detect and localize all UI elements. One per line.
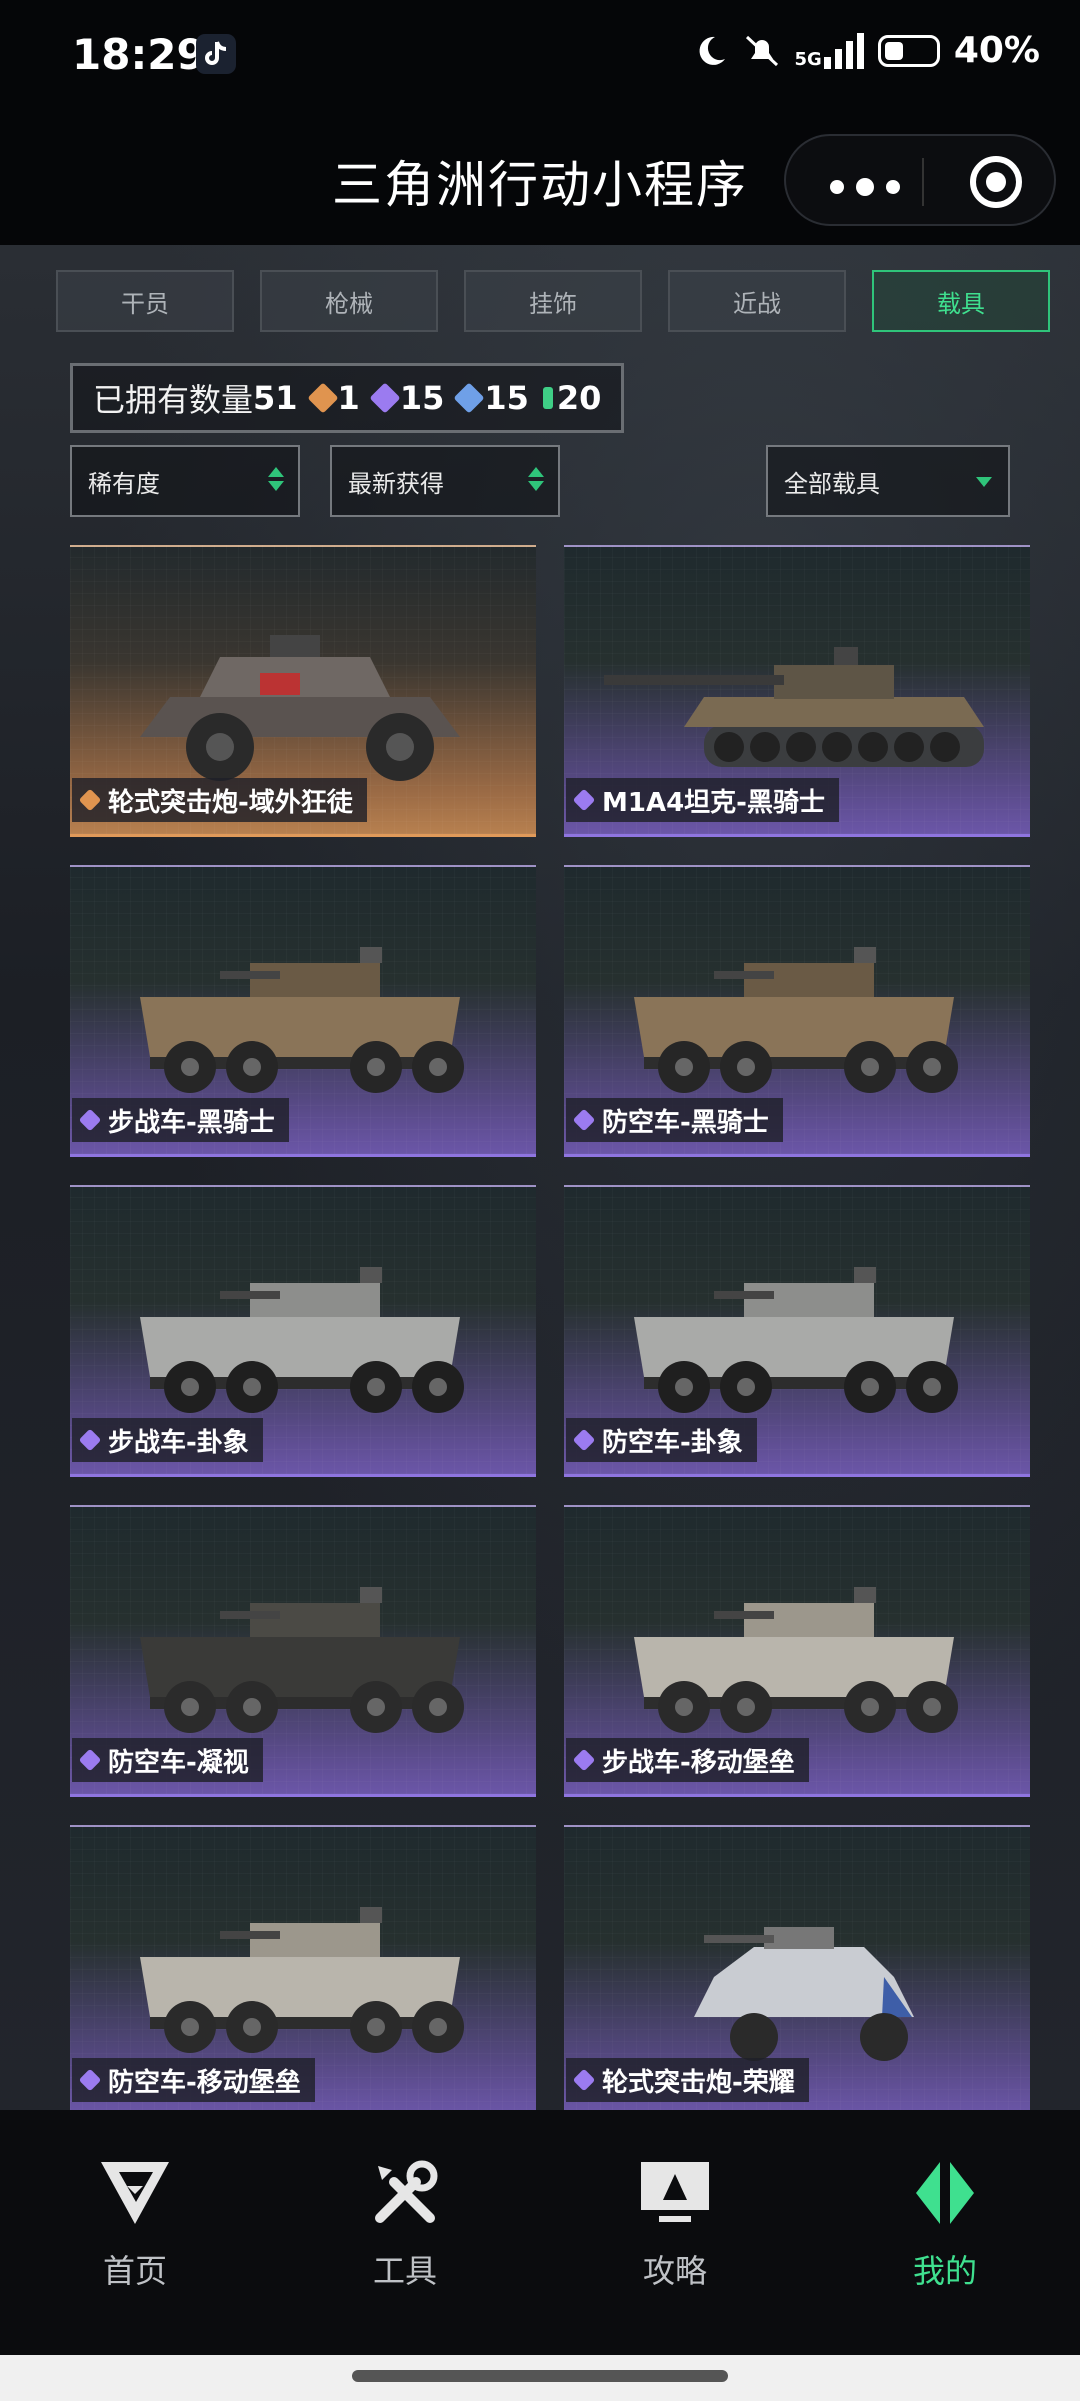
diamond-green-icon — [542, 387, 553, 409]
battery-percent: 40% — [953, 30, 1040, 71]
chevron-down-icon — [976, 477, 992, 487]
sort-filter-label: 最新获得 — [348, 469, 444, 498]
status-time: 18:29 — [72, 30, 206, 79]
network-indicator: 5G — [795, 32, 864, 69]
vehicle-name-tag: 防空车-黑骑士 — [566, 1098, 783, 1142]
vehicle-name: 步战车-黑骑士 — [108, 1107, 275, 1138]
vehicle-name-tag: 轮式突击炮-域外狂徒 — [72, 778, 367, 822]
vehicle-name-tag: 轮式突击炮-荣耀 — [566, 2058, 809, 2102]
content-area: 干员 枪械 挂饰 近战 载具 已拥有数量 51 1 15 15 20 稀有度 最… — [0, 245, 1080, 2110]
vehicle-name-tag: M1A4坦克-黑骑士 — [566, 778, 839, 822]
rarity-filter[interactable]: 稀有度 — [70, 445, 300, 517]
rarity-diamond-icon — [572, 1428, 596, 1452]
tiktok-notification-icon — [196, 34, 236, 74]
rarity-diamond-icon — [572, 2068, 596, 2092]
nav-tools[interactable]: 工具 — [320, 2158, 490, 2292]
vehicle-name: 防空车-凝视 — [108, 1747, 249, 1778]
vehicle-card[interactable]: M1A4坦克-黑骑士 — [564, 545, 1030, 837]
tab-charms[interactable]: 挂饰 — [464, 270, 642, 332]
vehicle-name-tag: 防空车-凝视 — [72, 1738, 263, 1782]
diamond-purple-icon — [369, 382, 401, 414]
profile-logo-icon — [916, 2162, 974, 2224]
vehicle-name-tag: 防空车-移动堡垒 — [72, 2058, 315, 2102]
tab-vehicles[interactable]: 载具 — [872, 270, 1050, 332]
vehicle-name: 防空车-移动堡垒 — [108, 2067, 301, 2098]
vehicle-card[interactable]: 轮式突击炮-域外狂徒 — [70, 545, 536, 837]
vehicle-card[interactable]: 轮式突击炮-荣耀 — [564, 1825, 1030, 2110]
close-target-icon[interactable] — [970, 156, 1022, 208]
vehicle-name: 轮式突击炮-域外狂徒 — [108, 787, 353, 818]
status-icons: 5G 40% — [693, 30, 1040, 71]
bottom-nav: 首页 工具 攻略 我的 — [0, 2110, 1080, 2355]
tools-icon — [375, 2160, 438, 2223]
vehicle-name-tag: 步战车-移动堡垒 — [566, 1738, 809, 1782]
rarity-diamond-icon — [572, 788, 596, 812]
owned-summary: 已拥有数量 51 1 15 15 20 — [70, 363, 625, 433]
vehicle-name: 防空车-卦象 — [602, 1427, 743, 1458]
rarity-diamond-icon — [572, 1748, 596, 1772]
home-indicator[interactable] — [352, 2370, 728, 2382]
vehicle-card[interactable]: 防空车-凝视 — [70, 1505, 536, 1797]
vehicle-card[interactable]: 步战车-黑骑士 — [70, 865, 536, 1157]
battery-icon — [877, 34, 940, 67]
category-tabs: 干员 枪械 挂饰 近战 载具 — [56, 270, 1050, 332]
rarity-diamond-icon — [78, 1108, 102, 1132]
vehicle-card[interactable]: 防空车-黑骑士 — [564, 865, 1030, 1157]
rarity-blue-count: 15 — [453, 379, 529, 417]
vehicle-name: M1A4坦克-黑骑士 — [602, 787, 825, 818]
rarity-diamond-icon — [78, 788, 102, 812]
filter-bar: 稀有度 最新获得 全部载具 — [70, 445, 1010, 517]
system-home-bar — [0, 2355, 1080, 2401]
vehicle-card[interactable]: 步战车-卦象 — [70, 1185, 536, 1477]
mute-bell-icon — [745, 35, 778, 66]
vehicle-card[interactable]: 步战车-移动堡垒 — [564, 1505, 1030, 1797]
rarity-diamond-icon — [78, 2068, 102, 2092]
vehicle-name-tag: 步战车-黑骑士 — [72, 1098, 289, 1142]
vehicle-name: 步战车-移动堡垒 — [602, 1747, 795, 1778]
vehicle-name-tag: 步战车-卦象 — [72, 1418, 263, 1462]
rarity-diamond-icon — [78, 1748, 102, 1772]
sort-arrows-icon — [528, 467, 544, 491]
signal-icon — [823, 32, 864, 69]
rarity-diamond-icon — [572, 1108, 596, 1132]
sort-arrows-icon — [268, 467, 284, 491]
vehicle-card[interactable]: 防空车-卦象 — [564, 1185, 1030, 1477]
guide-monitor-icon — [641, 2162, 709, 2222]
diamond-blue-icon — [453, 382, 485, 414]
sort-filter[interactable]: 最新获得 — [330, 445, 560, 517]
diamond-orange-icon — [306, 382, 339, 414]
category-dropdown-label: 全部载具 — [784, 469, 880, 498]
tab-weapons[interactable]: 枪械 — [260, 270, 438, 332]
rarity-diamond-icon — [78, 1428, 102, 1452]
nav-guide[interactable]: 攻略 — [590, 2158, 760, 2292]
vehicle-card[interactable]: 防空车-移动堡垒 — [70, 1825, 536, 2110]
more-icon[interactable] — [830, 178, 900, 196]
vehicle-name: 轮式突击炮-荣耀 — [602, 2067, 795, 2098]
mini-program-capsule — [784, 134, 1056, 226]
rarity-purple-count: 15 — [369, 379, 444, 417]
nav-profile[interactable]: 我的 — [860, 2158, 1030, 2292]
vehicle-name: 步战车-卦象 — [108, 1427, 249, 1458]
vehicle-name-tag: 防空车-卦象 — [566, 1418, 757, 1462]
vehicle-name: 防空车-黑骑士 — [602, 1107, 769, 1138]
category-dropdown[interactable]: 全部载具 — [766, 445, 1010, 517]
nav-home[interactable]: 首页 — [50, 2158, 220, 2292]
owned-count: 51 — [253, 379, 298, 417]
moon-icon — [699, 36, 725, 65]
tab-operators[interactable]: 干员 — [56, 270, 234, 332]
rarity-green-count: 20 — [542, 379, 601, 417]
home-logo-icon — [101, 2162, 169, 2224]
tab-melee[interactable]: 近战 — [668, 270, 846, 332]
rarity-orange-count: 1 — [306, 379, 360, 417]
top-bar: 18:29 5G 40% 三角洲行动小程序 — [0, 0, 1080, 245]
owned-label: 已拥有数量 — [93, 381, 254, 419]
rarity-filter-label: 稀有度 — [88, 469, 160, 498]
